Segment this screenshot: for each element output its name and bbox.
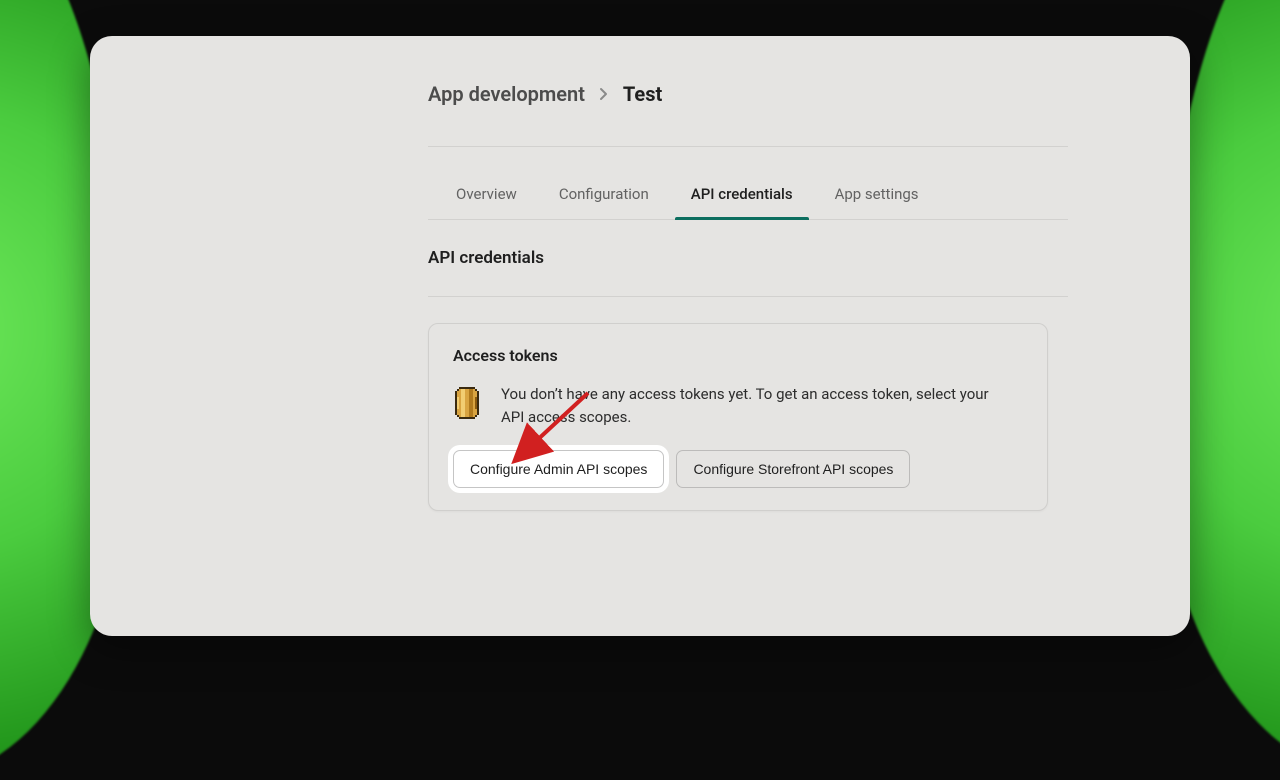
configure-storefront-api-scopes-button[interactable]: Configure Storefront API scopes (676, 450, 910, 488)
tab-overview[interactable]: Overview (456, 175, 517, 219)
breadcrumb: App development Test (428, 82, 1068, 106)
breadcrumb-root[interactable]: App development (428, 82, 585, 106)
app-window: App development Test Overview Configurat… (90, 36, 1190, 636)
tab-app-settings[interactable]: App settings (835, 175, 919, 219)
divider (428, 146, 1068, 147)
tabs: Overview Configuration API credentials A… (428, 175, 1068, 220)
coin-icon (453, 385, 481, 421)
page-title: API credentials (428, 248, 1068, 268)
divider (428, 296, 1068, 297)
configure-admin-api-scopes-button[interactable]: Configure Admin API scopes (453, 450, 664, 488)
chevron-right-icon (599, 87, 609, 101)
card-body-text: You don’t have any access tokens yet. To… (501, 383, 991, 428)
access-tokens-card: Access tokens (428, 323, 1048, 511)
tab-api-credentials[interactable]: API credentials (691, 175, 793, 219)
card-actions: Configure Admin API scopes Configure Sto… (453, 450, 1023, 488)
tab-configuration[interactable]: Configuration (559, 175, 649, 219)
breadcrumb-current: Test (623, 82, 662, 106)
card-title: Access tokens (453, 346, 1023, 365)
